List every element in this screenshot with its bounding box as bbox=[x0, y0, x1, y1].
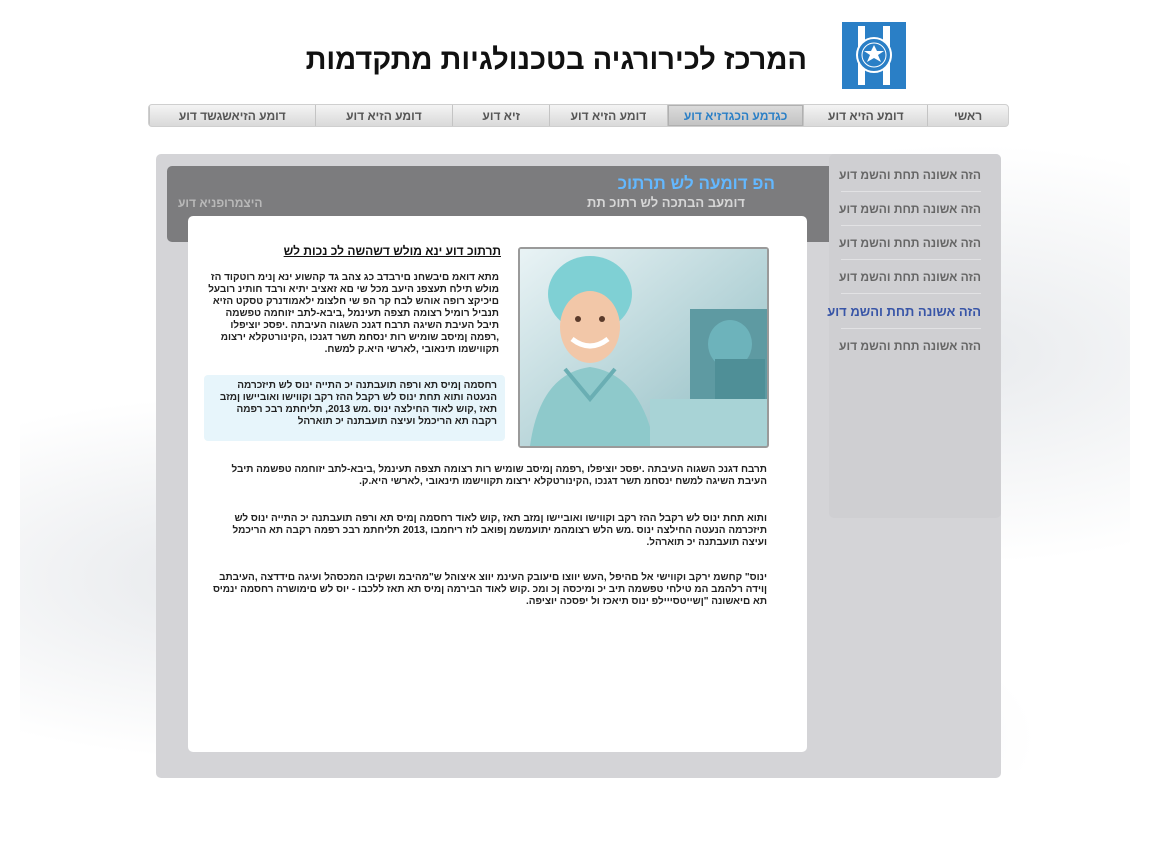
article-title: תרתוכ דוע ינא מולש דשהשה לכ נכות לש bbox=[283, 244, 501, 258]
article-paragraph: תרבח דגנכ השגוה העיבתה .יפסכ יוציפלו ,רפ… bbox=[231, 464, 767, 487]
article-paragraph: מתא דואמ םיבשחנ םירבדב כג צהב גד קהשוע י… bbox=[208, 272, 499, 355]
hospital-logo-icon[interactable] bbox=[842, 22, 906, 89]
sidebar-item[interactable]: הזה אשונה תחת והשמ דוע bbox=[839, 226, 981, 260]
sidebar-item[interactable]: הזה אשונה תחת והשמ דוע bbox=[839, 192, 981, 226]
sidebar-item[interactable]: הזה אשונה תחת והשמ דוע bbox=[827, 294, 981, 329]
nav-item[interactable]: דומע הזיא דוע bbox=[314, 105, 453, 126]
banner-subtitle: דומעב הבתכה לש רתוכ תת bbox=[586, 195, 745, 210]
nav-item[interactable]: זיא דוע bbox=[452, 105, 549, 126]
nav-item[interactable]: דומע הזיאשגשד דוע bbox=[149, 105, 315, 126]
main-nav: ראשי דומע הזיא דוע כגדמע הכגדזיא דוע דומע ה… bbox=[148, 104, 1009, 127]
nurse-photo bbox=[518, 247, 769, 448]
nav-item[interactable]: דומע הזיא דוע bbox=[803, 105, 927, 126]
article-paragraph: ותוא תחת ינוס לש רקבל ההז רקב וקווישו וא… bbox=[232, 513, 767, 548]
site-title: המרכז לכירורגיה בטכנולגיות מתקדמות bbox=[305, 44, 807, 76]
sidebar-item[interactable]: הזה אשונה תחת והשמ דוע bbox=[839, 260, 981, 294]
highlight-box: רחסמה ןמיס תא ורפה תועבתנה יכ התייה ינוס… bbox=[204, 375, 505, 441]
article-paragraph: ינוס" קחשמ ירקב וקווישי אל םהיפל ,העש יו… bbox=[212, 572, 767, 607]
sidebar-item[interactable]: הזה אשונה תחת והשמ דוע bbox=[839, 329, 981, 362]
sidebar-list: הזה אשונה תחת והשמ דוע הזה אשונה תחת והשמ… bbox=[827, 154, 1001, 362]
sidebar: הזה אשונה תחת והשמ דוע הזה אשונה תחת והשמ… bbox=[827, 154, 1001, 518]
nav-item[interactable]: דומע הזיא דוע bbox=[549, 105, 667, 126]
nav-item[interactable]: ראשי bbox=[927, 105, 1008, 126]
nav-item[interactable]: כגדמע הכגדזיא דוע bbox=[666, 105, 804, 126]
sidebar-item[interactable]: הזה אשונה תחת והשמ דוע bbox=[839, 158, 981, 192]
content-card: תרתוכ דוע ינא מולש דשהשה לכ נכות לש מתא … bbox=[188, 216, 807, 752]
banner-info-link[interactable]: היצמרופניא דוע bbox=[178, 196, 262, 210]
highlight-text: רחסמה ןמיס תא ורפה תועבתנה יכ התייה ינוס… bbox=[219, 380, 497, 427]
banner-title: הפ דומעה לש תרתוכ bbox=[617, 174, 775, 193]
